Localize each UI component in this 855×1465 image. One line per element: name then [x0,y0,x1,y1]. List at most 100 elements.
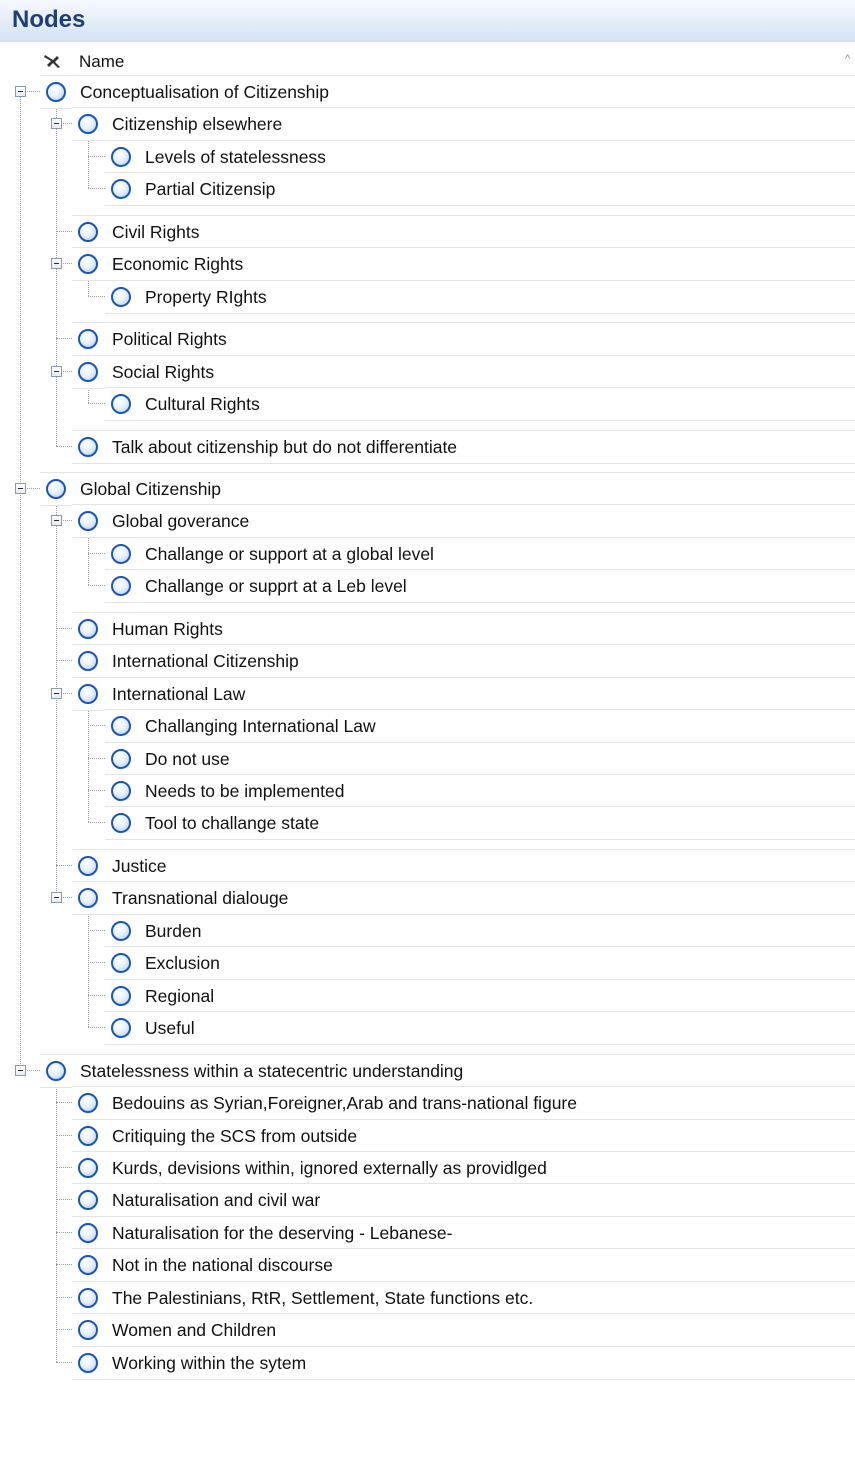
name-column-header[interactable]: Name [79,52,124,72]
node-icon [111,146,131,167]
tree-row[interactable]: International Citizenship [72,644,855,679]
tree-row[interactable]: Transnational dialouge [72,881,855,916]
collapse-toggle-icon[interactable] [51,892,62,904]
tree-row[interactable]: Critiquing the SCS from outside [72,1118,855,1153]
tree-row[interactable]: Useful [105,1011,855,1046]
node-label: Needs to be implemented [145,781,345,801]
tree-row[interactable]: Social Rights [72,354,855,389]
node-icon [78,1222,98,1243]
tree-connector [56,101,57,446]
tree-row[interactable]: Human Rights [72,611,855,646]
node-icon [78,855,98,876]
tree-row[interactable]: Needs to be implemented [105,774,855,808]
node-label: Talk about citizenship but do not differ… [112,436,458,457]
node-icon [78,1190,98,1211]
tree-row[interactable]: Do not use [105,741,855,776]
node-label: Citizenship elsewhere [112,114,283,135]
tree-row[interactable]: Exclusion [105,946,855,981]
tree-row[interactable]: Economic Rights [72,247,855,282]
tree-row[interactable]: Challange or support at a global level [105,536,855,571]
tree-row[interactable]: Women and Children [72,1313,855,1348]
node-label: Challange or supprt at a Leb level [145,576,407,597]
collapse-toggle-icon[interactable] [51,118,62,130]
tree-row[interactable]: Civil Rights [72,214,855,249]
node-label: Transnational dialouge [112,888,289,909]
sort-icon: ^ [845,53,851,65]
tree-row[interactable]: The Palestinians, RtR, Settlement, State… [72,1280,855,1315]
node-label: Working within the sytem [112,1352,307,1373]
node-label: Challange or support at a global level [145,543,434,564]
node-label: Social Rights [112,361,215,382]
node-label: Levels of statelessness [145,146,326,167]
node-label: Conceptualisation of Citizenship [80,82,330,102]
tree-row[interactable]: Naturalisation for the deserving - Leban… [72,1215,855,1250]
tree-row[interactable]: Burden [105,913,855,948]
tree-row[interactable]: Talk about citizenship but do not differ… [72,429,855,464]
collapse-toggle-icon[interactable] [15,86,26,97]
node-icon [78,1320,98,1341]
tree-row[interactable]: Regional [105,978,855,1013]
tree-row[interactable]: Justice [72,848,855,883]
node-icon [78,329,98,350]
tree-connector [88,133,89,189]
collapse-toggle-icon[interactable] [51,365,62,377]
panel-header: Nodes [0,0,855,42]
node-icon [111,716,131,737]
node-icon [78,221,98,242]
node-icon [78,511,98,532]
node-icon [78,1352,98,1373]
node-label: Exclusion [145,953,220,974]
node-icon [46,478,66,499]
node-label: Economic Rights [112,254,244,275]
node-icon [46,1060,66,1081]
node-label: Women and Children [112,1320,277,1341]
node-label: Human Rights [112,618,223,639]
node-icon [78,1255,98,1276]
node-icon [111,576,131,597]
collapse-toggle-icon[interactable] [51,515,62,527]
tree-row[interactable]: Statelessness within a statecentric unde… [40,1053,855,1088]
tree-row[interactable]: International Law [72,676,855,711]
tree-row[interactable]: Challanging International Law [105,709,855,744]
tree-row[interactable]: Global Citizenship [40,471,855,506]
pin-icon[interactable] [42,51,62,69]
node-icon [78,1287,98,1308]
tree-row[interactable]: Challange or supprt at a Leb level [105,569,855,604]
tree-row[interactable]: Naturalisation and civil war [72,1183,855,1218]
tree-row[interactable]: Partial Citizensip [105,172,855,207]
node-icon [111,985,131,1006]
collapse-toggle-icon[interactable] [51,687,62,699]
collapse-toggle-icon[interactable] [15,1064,26,1076]
node-label: Burden [145,920,202,941]
tree-connector [56,1079,57,1362]
collapse-toggle-icon[interactable] [15,482,26,494]
node-label: International Citizenship [112,651,299,672]
node-label: Justice [112,855,167,876]
tree-row[interactable]: Levels of statelessness [105,139,855,174]
node-label: Kurds, devisions within, ignored externa… [112,1157,547,1178]
node-icon [78,888,98,909]
tree-row[interactable]: Political Rights [72,322,855,357]
node-icon [78,114,98,135]
tree-row[interactable]: Cultural Rights [105,387,855,422]
column-header[interactable]: Name ^ [0,43,855,74]
tree-row[interactable]: Bedouins as Syrian,Foreigner,Arab and tr… [72,1086,855,1121]
tree-row[interactable]: Tool to challange state [105,806,855,841]
node-icon [78,683,98,704]
tree-row[interactable]: Citizenship elsewhere [72,107,855,142]
tree-row[interactable]: Global goverance [72,504,855,539]
node-label: Civil Rights [112,221,200,242]
collapse-toggle-icon[interactable] [51,258,62,270]
node-label: Statelessness within a statecentric unde… [80,1060,464,1081]
node-icon [111,286,131,307]
node-label: Useful [145,1018,195,1039]
tree-connector [88,907,89,1028]
tree-row[interactable]: Property RIghts [105,279,855,314]
tree-row[interactable]: Working within the sytem [72,1345,855,1380]
panel-title: Nodes [12,6,86,33]
tree-row[interactable]: Conceptualisation of Citizenship [40,75,855,109]
tree-row[interactable]: Not in the national discourse [72,1248,855,1283]
node-icon [78,1125,98,1146]
node-label: Cultural Rights [145,394,260,415]
tree-row[interactable]: Kurds, devisions within, ignored externa… [72,1150,855,1185]
